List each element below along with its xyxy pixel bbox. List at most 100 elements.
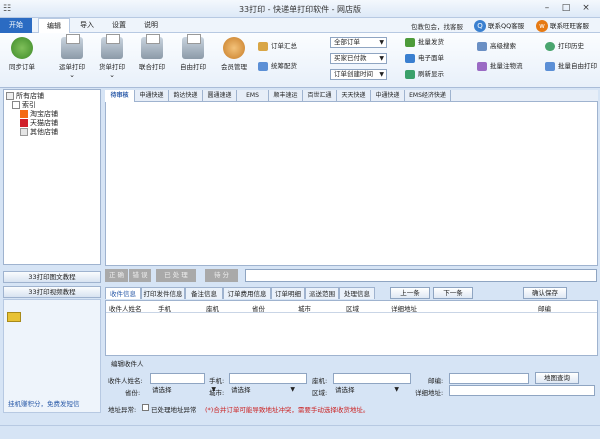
batch-free-print-button[interactable]: 批量自由打印	[545, 61, 597, 72]
city-select[interactable]: 请选择 ▼	[229, 385, 297, 396]
sync-orders-label: 同步订单	[9, 63, 35, 71]
tab-pending-review[interactable]: 待审核	[105, 90, 135, 102]
chevron-down-icon[interactable]: ⌄	[52, 71, 92, 79]
confirm-save-button[interactable]: 确认保存	[523, 287, 567, 299]
ribbon-toolbar: 同步订单 运单打印 ⌄ 货单打印 ⌄ 联合打印 自由打印 会员管理 订单汇总 统…	[0, 33, 600, 88]
e-waybill-label: 电子面单	[418, 54, 444, 62]
menu-import[interactable]: 导入	[74, 18, 100, 33]
merge-warning-text: (*)合并订单可能导致地址冲突，需要手动选择收货地址。	[205, 406, 370, 414]
address-error-label: 地址异常:	[108, 406, 137, 414]
invoice-print-button[interactable]: 货单打印 ⌄	[92, 34, 132, 79]
province-select[interactable]: 请选择 ▼	[150, 385, 218, 396]
stock-match-button[interactable]: 统筹配货	[258, 61, 297, 72]
free-print-button[interactable]: 自由打印	[173, 34, 213, 71]
waybill-print-button[interactable]: 运单打印 ⌄	[52, 34, 92, 79]
carrier-tabs: 待审核 申通快递 韵达快递 圆通速递 EMS 顺丰速运 百世汇通 天天快递 中通…	[105, 90, 598, 102]
tab-sto[interactable]: 申通快递	[135, 90, 169, 102]
refresh-display-button[interactable]: 刷新显示	[405, 69, 444, 80]
tab-sf[interactable]: 顺丰速运	[269, 90, 303, 102]
print-history-label: 打印历史	[558, 42, 584, 50]
recipient-name-input[interactable]	[150, 373, 205, 384]
print-history-button[interactable]: 打印历史	[545, 41, 584, 52]
order-summary-button[interactable]: 订单汇总	[258, 41, 297, 52]
tutorial-text-button[interactable]: 33打印图文教程	[3, 271, 101, 283]
column-header: 省份	[252, 305, 265, 313]
tree-other[interactable]: 其他店铺	[20, 127, 58, 137]
processed-checkbox[interactable]	[142, 404, 149, 411]
tab-sender-print-info[interactable]: 打印发件信息	[141, 287, 185, 299]
e-waybill-button[interactable]: 电子面单	[405, 53, 444, 64]
keyboard-icon[interactable]	[7, 312, 21, 322]
tab-yto[interactable]: 圆通速递	[203, 90, 237, 102]
payment-filter-select[interactable]: 买家已付款 ▼	[330, 53, 387, 64]
refresh-display-label: 刷新显示	[418, 70, 444, 78]
review-note-input[interactable]	[245, 269, 597, 282]
chevron-down-icon: ▼	[394, 386, 399, 393]
tab-delivery-range[interactable]: 派送范围	[305, 287, 339, 299]
order-list-area[interactable]	[105, 102, 598, 266]
mark-pending-button[interactable]: 待 分	[205, 269, 238, 282]
mark-error-button[interactable]: 错 误	[129, 269, 151, 282]
maximize-button[interactable]: □	[559, 2, 573, 15]
tab-fee-info[interactable]: 订单费用信息	[223, 287, 271, 299]
address-input[interactable]	[449, 385, 595, 396]
phone-input[interactable]	[333, 373, 411, 384]
tab-remark-info[interactable]: 备注信息	[185, 287, 223, 299]
mobile-input[interactable]	[229, 373, 307, 384]
advanced-search-label: 高级搜索	[490, 42, 516, 50]
mark-processed-button[interactable]: 已 处 理	[156, 269, 196, 282]
column-header: 座机	[206, 305, 219, 313]
tab-order-detail[interactable]: 订单明细	[271, 287, 305, 299]
province-value: 请选择	[152, 386, 172, 394]
invoice-print-label: 货单打印	[99, 63, 125, 71]
chevron-down-icon: ▼	[379, 39, 384, 46]
province-label: 省份:	[125, 389, 141, 397]
printer-icon	[61, 34, 83, 59]
recipient-table: 收件人姓名 手机 座机 省份 城市 区域 详细地址 邮编	[105, 300, 598, 356]
menu-start[interactable]: 开始	[0, 18, 32, 33]
table-header-row: 收件人姓名 手机 座机 省份 城市 区域 详细地址 邮编	[106, 301, 597, 313]
menu-help[interactable]: 说明	[138, 18, 164, 33]
tab-process-info[interactable]: 处理信息	[339, 287, 375, 299]
form-group-title: 编辑收件人	[111, 360, 144, 368]
batch-ship-button[interactable]: 批量发货	[405, 37, 444, 48]
status-bar	[0, 425, 600, 439]
city-label: 城市:	[209, 389, 225, 397]
sort-filter-select[interactable]: 订单创建时间 ▼	[330, 69, 387, 80]
wangwang-icon: w	[536, 20, 548, 32]
area-select[interactable]: 请选择 ▼	[333, 385, 401, 396]
tab-ems[interactable]: EMS	[237, 90, 269, 102]
tab-ems-economy[interactable]: EMS经济快递	[405, 90, 451, 102]
tab-recipient-info[interactable]: 收件信息	[105, 287, 141, 299]
qq-support-button[interactable]: Q 联系QQ客服	[474, 20, 524, 32]
menu-edit[interactable]: 编辑	[38, 18, 70, 33]
tutorial-video-button[interactable]: 33打印视频教程	[3, 286, 101, 298]
tab-best[interactable]: 百世汇通	[303, 90, 337, 102]
chevron-down-icon: ▼	[379, 55, 384, 62]
advanced-search-button[interactable]: 高级搜索	[477, 41, 516, 52]
order-filter-select[interactable]: 全部订单 ▼	[330, 37, 387, 48]
batch-logistics-button[interactable]: 批量注物流	[477, 61, 523, 72]
support-mail-label[interactable]: 包教包会，找客服	[411, 21, 463, 31]
prev-record-button[interactable]: 上一条	[390, 287, 430, 299]
map-query-button[interactable]: 地图查询	[535, 372, 579, 384]
tree-taobao-label: 淘宝店铺	[30, 110, 58, 118]
qq-support-label: 联系QQ客服	[488, 22, 525, 30]
minimize-button[interactable]: –	[540, 2, 554, 15]
sync-orders-button[interactable]: 同步订单	[2, 37, 42, 71]
zip-input[interactable]	[449, 373, 529, 384]
menu-settings[interactable]: 设置	[106, 18, 132, 33]
mark-correct-button[interactable]: 正 确	[105, 269, 128, 282]
close-button[interactable]: ×	[579, 2, 593, 15]
wangwang-support-button[interactable]: w 联系旺旺客服	[536, 20, 589, 32]
shop-icon	[20, 128, 28, 136]
tab-tiantian[interactable]: 天天快递	[337, 90, 371, 102]
next-record-button[interactable]: 下一条	[433, 287, 473, 299]
printer-icon	[141, 34, 163, 59]
member-manage-button[interactable]: 会员管理	[214, 37, 254, 71]
tab-yunda[interactable]: 韵达快递	[169, 90, 203, 102]
points-sms-link[interactable]: 挂机赚积分，免费发短信	[8, 398, 80, 408]
combined-print-button[interactable]: 联合打印	[132, 34, 172, 71]
chevron-down-icon[interactable]: ⌄	[92, 71, 132, 79]
tab-zto[interactable]: 中通快递	[371, 90, 405, 102]
